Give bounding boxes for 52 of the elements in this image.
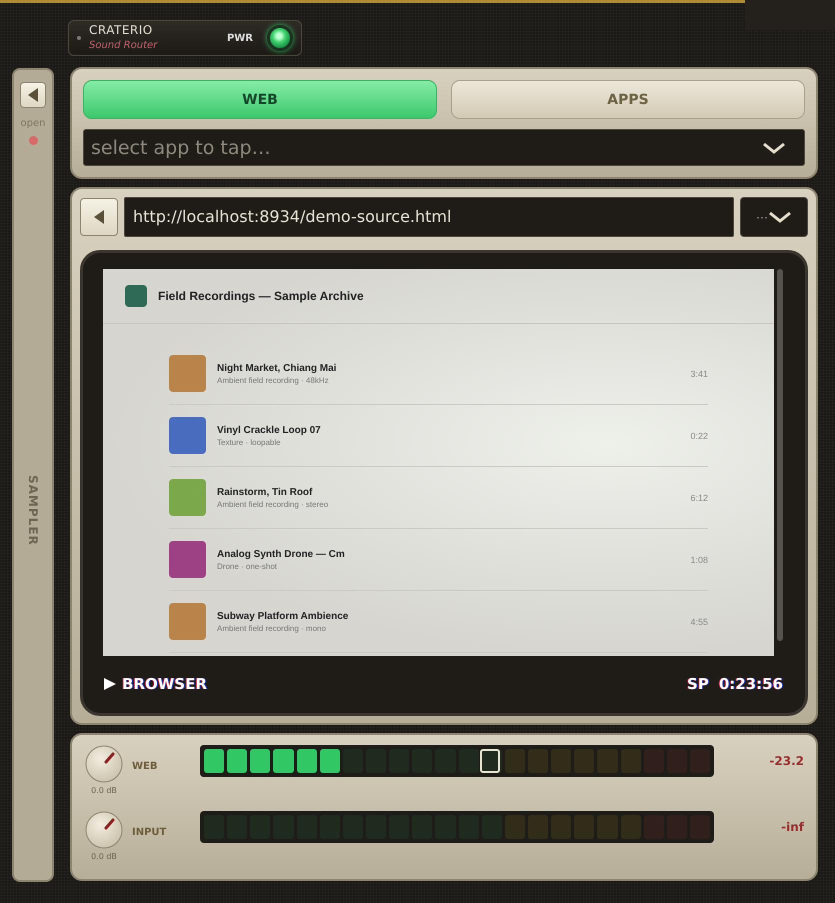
track-name: Subway Platform Ambience — [217, 610, 350, 622]
playback-mode: BROWSER — [103, 675, 207, 694]
back-icon — [26, 87, 40, 103]
track-duration: 0:22 — [690, 430, 708, 441]
gain-value: 0.0 dB — [91, 852, 117, 861]
back-icon — [93, 208, 105, 225]
gain-value: 0.0 dB — [91, 786, 117, 795]
channel-label: INPUT — [131, 826, 168, 838]
page-title: Field Recordings — Sample Archive — [158, 288, 364, 303]
track-duration: 3:41 — [690, 368, 708, 379]
track-detail: Drone · one-shot — [217, 562, 278, 571]
power-label: PWR — [226, 32, 253, 44]
track-row[interactable]: Subway Platform Ambience Ambient field recording · mono 4:55 — [169, 592, 708, 653]
chevron-down-icon — [762, 142, 786, 154]
track-row[interactable]: Rainstorm, Tin Roof Ambient field recording · stereo 6:12 — [169, 468, 708, 529]
track-name: Vinyl Crackle Loop 07 — [217, 424, 322, 436]
back-button[interactable] — [80, 198, 118, 236]
track-detail: Ambient field recording · 48kHz — [217, 376, 330, 385]
speed-label: SP — [687, 675, 709, 694]
chevron-down-icon — [768, 210, 792, 223]
gain-knob[interactable] — [85, 745, 123, 783]
source-tab[interactable]: WEB — [83, 80, 437, 119]
track-detail: Texture · loopable — [217, 438, 282, 447]
app-select[interactable]: select app to tap… — [83, 129, 805, 166]
track-detail: Ambient field recording · stereo — [217, 500, 330, 509]
play-icon — [103, 677, 117, 692]
brand-subtitle: Sound Router — [89, 39, 159, 53]
time-counter: 0:23:56 — [718, 675, 783, 694]
track-duration: 4:55 — [690, 616, 708, 627]
meter-segment — [458, 749, 479, 773]
brand-name: CRATERIO — [89, 23, 154, 38]
sampler-title: SAMPLER — [26, 475, 40, 546]
level-reading: -inf — [780, 819, 804, 834]
select-placeholder: select app to tap… — [91, 136, 271, 158]
gain-knob[interactable] — [85, 811, 123, 849]
open-sampler-button[interactable] — [20, 82, 46, 108]
track-duration: 1:08 — [690, 554, 708, 565]
url-menu-button[interactable]: ··· — [740, 196, 808, 237]
track-detail: Ambient field recording · mono — [217, 624, 327, 633]
track-name: Night Market, Chiang Mai — [217, 362, 338, 374]
source-tab[interactable]: APPS — [451, 80, 805, 119]
track-duration: 6:12 — [690, 492, 708, 503]
track-name: Rainstorm, Tin Roof — [217, 486, 314, 498]
channel-label: WEB — [131, 760, 158, 772]
power-led[interactable] — [267, 25, 293, 51]
level-reading: -23.2 — [768, 753, 804, 768]
url-field[interactable]: http://localhost:8934/demo-source.html — [124, 196, 734, 237]
track-name: Analog Synth Drone — Cm — [217, 548, 346, 560]
track-row[interactable]: Analog Synth Drone — Cm Drone · one-shot 1:08 — [169, 530, 708, 591]
track-row[interactable]: Night Market, Chiang Mai Ambient field recording · 48kHz 3:41 — [169, 344, 708, 405]
scrollbar[interactable] — [777, 268, 783, 641]
track-row[interactable]: Vinyl Crackle Loop 07 Texture · loopable 0:22 — [169, 406, 708, 467]
